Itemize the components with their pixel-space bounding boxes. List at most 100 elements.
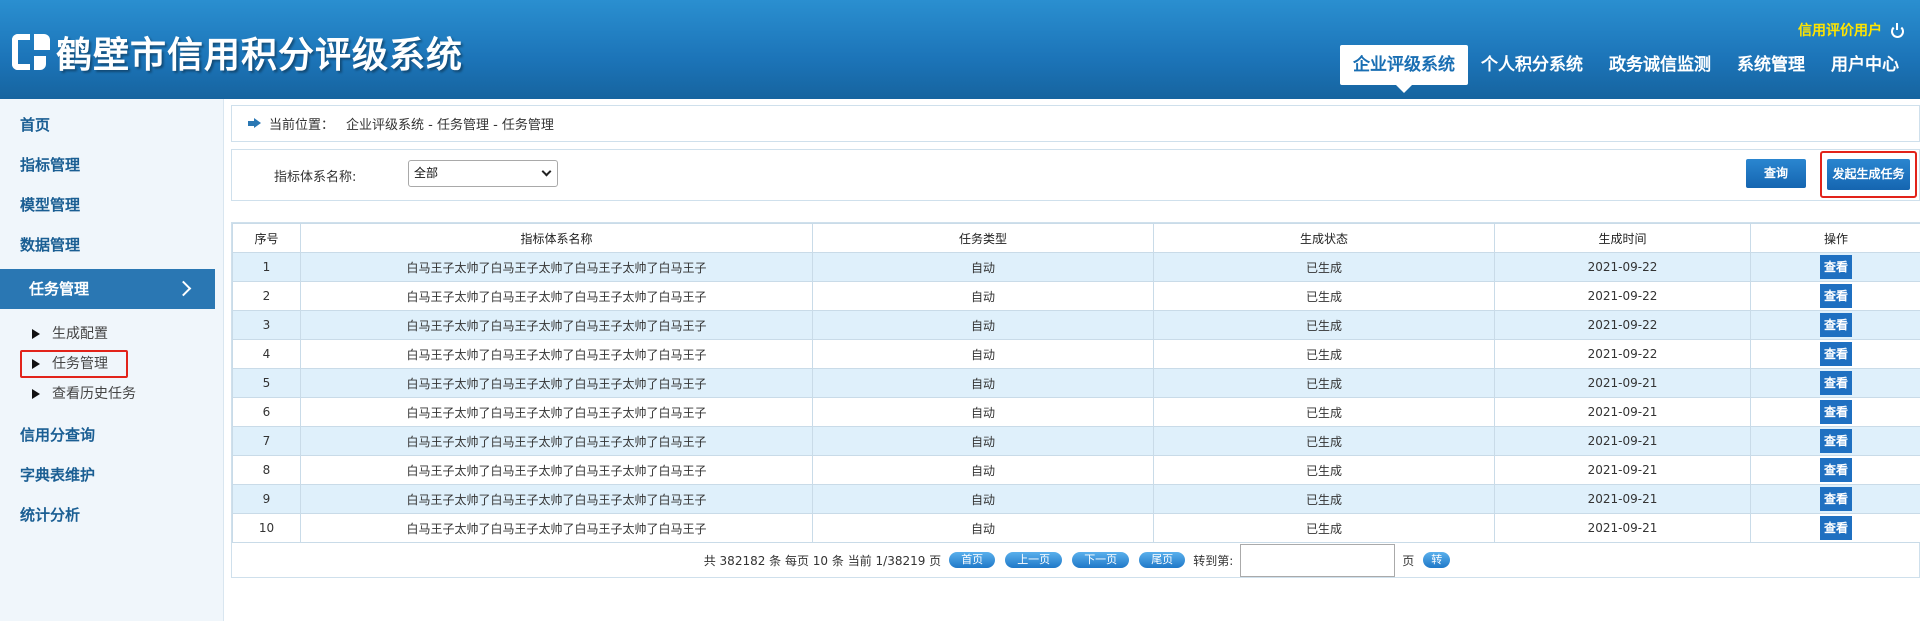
sidebar-item-indicators[interactable]: 指标管理 xyxy=(0,145,223,185)
table-cell: 2021-09-21 xyxy=(1494,397,1751,427)
sidebar: 首页 指标管理 模型管理 数据管理 任务管理 生成配置 任务管理 查看历史任务 … xyxy=(0,99,224,621)
table-cell: 白马王子太帅了白马王子太帅了白马王子太帅了白马王子 xyxy=(300,455,813,485)
table-cell: 2021-09-21 xyxy=(1494,368,1751,398)
highlight-box: 发起生成任务 xyxy=(1820,151,1917,198)
nav-gov-integrity[interactable]: 政务诚信监测 xyxy=(1596,45,1724,85)
table-cell: 自动 xyxy=(812,455,1154,485)
nav-user-center[interactable]: 用户中心 xyxy=(1818,45,1912,85)
goto-label: 转到第: xyxy=(1193,553,1234,568)
table-row: 2 白马王子太帅了白马王子太帅了白马王子太帅了白马王子 自动 已生成 2021-09-2… xyxy=(232,281,1920,311)
filter-bar: 指标体系名称: 全部 查询 发起生成任务 xyxy=(231,149,1920,201)
table-cell: 8 xyxy=(232,455,301,485)
next-page-button[interactable]: 下一页 xyxy=(1072,552,1130,568)
view-button[interactable]: 查看 xyxy=(1820,255,1852,279)
table-cell: 白马王子太帅了白马王子太帅了白马王子太帅了白马王子 xyxy=(300,426,813,456)
table-cell: 已生成 xyxy=(1153,252,1495,282)
sidebar-item-data[interactable]: 数据管理 xyxy=(0,225,223,265)
power-icon[interactable] xyxy=(1890,23,1904,38)
user-name[interactable]: 信用评价用户 xyxy=(1798,20,1882,40)
table-cell: 白马王子太帅了白马王子太帅了白马王子太帅了白马王子 xyxy=(300,397,813,427)
table-cell: 白马王子太帅了白马王子太帅了白马王子太帅了白马王子 xyxy=(300,252,813,282)
arrow-right-icon xyxy=(248,118,261,129)
table-cell: 2021-09-22 xyxy=(1494,339,1751,369)
submenu-item-generate-config[interactable]: 生成配置 xyxy=(0,319,223,349)
view-button[interactable]: 查看 xyxy=(1820,371,1852,395)
cell-action: 查看 xyxy=(1750,426,1920,456)
filter-label: 指标体系名称: xyxy=(274,170,357,185)
view-button[interactable]: 查看 xyxy=(1820,516,1852,540)
table-cell: 4 xyxy=(232,339,301,369)
col-header: 生成状态 xyxy=(1153,223,1495,253)
table-cell: 白马王子太帅了白马王子太帅了白马王子太帅了白马王子 xyxy=(300,513,813,543)
table-cell: 2 xyxy=(232,281,301,311)
cell-action: 查看 xyxy=(1750,455,1920,485)
sidebar-item-statistics[interactable]: 统计分析 xyxy=(0,495,223,535)
table-row: 7 白马王子太帅了白马王子太帅了白马王子太帅了白马王子 自动 已生成 2021-09-2… xyxy=(232,426,1920,456)
sidebar-item-models[interactable]: 模型管理 xyxy=(0,185,223,225)
task-table: 序号 指标体系名称 任务类型 生成状态 生成时间 操作 1 白马王子太帅了白马王子… xyxy=(231,222,1920,578)
view-button[interactable]: 查看 xyxy=(1820,458,1852,482)
table-cell: 已生成 xyxy=(1153,513,1495,543)
table-cell: 自动 xyxy=(812,397,1154,427)
table-cell: 白马王子太帅了白马王子太帅了白马王子太帅了白马王子 xyxy=(300,310,813,340)
table-cell: 自动 xyxy=(812,281,1154,311)
table-cell: 自动 xyxy=(812,426,1154,456)
submenu-item-task-management[interactable]: 任务管理 xyxy=(0,349,223,379)
table-cell: 自动 xyxy=(812,310,1154,340)
goto-page-input[interactable] xyxy=(1240,543,1396,577)
cell-action: 查看 xyxy=(1750,368,1920,398)
table-row: 9 白马王子太帅了白马王子太帅了白马王子太帅了白马王子 自动 已生成 2021-09-2… xyxy=(232,484,1920,514)
sidebar-item-tasks[interactable]: 任务管理 xyxy=(0,269,215,309)
view-button[interactable]: 查看 xyxy=(1820,429,1852,453)
logo-icon xyxy=(12,32,50,72)
table-row: 8 白马王子太帅了白马王子太帅了白马王子太帅了白马王子 自动 已生成 2021-09-2… xyxy=(232,455,1920,485)
pagination: 共 382182 条 每页 10 条 当前 1/38219 页 首页 上一页 下… xyxy=(231,543,1920,577)
logo[interactable]: 鹤壁市信用积分评级系统 xyxy=(12,26,463,78)
nav-personal-points[interactable]: 个人积分系统 xyxy=(1468,45,1596,85)
view-button[interactable]: 查看 xyxy=(1820,313,1852,337)
triangle-bullet-icon xyxy=(32,389,40,399)
sidebar-item-dictionary[interactable]: 字典表维护 xyxy=(0,455,223,495)
chevron-down-icon xyxy=(541,166,552,177)
table-cell: 1 xyxy=(232,252,301,282)
prev-page-button[interactable]: 上一页 xyxy=(1005,552,1063,568)
task-table-grid: 序号 指标体系名称 任务类型 生成状态 生成时间 操作 1 白马王子太帅了白马王子… xyxy=(232,223,1920,543)
sidebar-item-tasks-label: 任务管理 xyxy=(29,280,90,298)
table-cell: 白马王子太帅了白马王子太帅了白马王子太帅了白马王子 xyxy=(300,339,813,369)
table-row: 4 白马王子太帅了白马王子太帅了白马王子太帅了白马王子 自动 已生成 2021-09-2… xyxy=(232,339,1920,369)
index-system-select[interactable]: 全部 xyxy=(408,160,558,187)
table-cell: 2021-09-22 xyxy=(1494,310,1751,340)
table-cell: 2021-09-22 xyxy=(1494,281,1751,311)
view-button[interactable]: 查看 xyxy=(1820,487,1852,511)
table-cell: 白马王子太帅了白马王子太帅了白马王子太帅了白马王子 xyxy=(300,484,813,514)
query-button[interactable]: 查询 xyxy=(1746,159,1806,188)
view-button[interactable]: 查看 xyxy=(1820,400,1852,424)
col-header: 指标体系名称 xyxy=(300,223,813,253)
table-cell: 9 xyxy=(232,484,301,514)
view-button[interactable]: 查看 xyxy=(1820,342,1852,366)
chevron-right-icon xyxy=(175,280,192,297)
nav-system-management[interactable]: 系统管理 xyxy=(1724,45,1818,85)
sidebar-item-home[interactable]: 首页 xyxy=(0,105,223,145)
header: 鹤壁市信用积分评级系统 信用评价用户 企业评级系统 个人积分系统 政务诚信监测 … xyxy=(0,0,1920,99)
last-page-button[interactable]: 尾页 xyxy=(1139,552,1186,568)
breadcrumb: 当前位置： 企业评级系统 - 任务管理 - 任务管理 xyxy=(231,105,1920,142)
launch-task-button[interactable]: 发起生成任务 xyxy=(1827,159,1910,190)
table-cell: 已生成 xyxy=(1153,368,1495,398)
sidebar-item-credit-query[interactable]: 信用分查询 xyxy=(0,415,223,455)
submenu-label: 生成配置 xyxy=(52,326,108,342)
submenu-item-history[interactable]: 查看历史任务 xyxy=(0,379,223,409)
nav-enterprise-rating[interactable]: 企业评级系统 xyxy=(1340,45,1468,93)
view-button[interactable]: 查看 xyxy=(1820,284,1852,308)
col-header: 任务类型 xyxy=(812,223,1154,253)
first-page-button[interactable]: 首页 xyxy=(949,552,996,568)
table-cell: 自动 xyxy=(812,368,1154,398)
table-cell: 已生成 xyxy=(1153,397,1495,427)
col-header: 操作 xyxy=(1750,223,1920,253)
highlight-box xyxy=(20,350,128,378)
goto-button[interactable]: 转 xyxy=(1423,552,1451,568)
page-unit: 页 xyxy=(1402,553,1415,568)
table-cell: 已生成 xyxy=(1153,310,1495,340)
table-cell: 3 xyxy=(232,310,301,340)
table-cell: 2021-09-21 xyxy=(1494,484,1751,514)
